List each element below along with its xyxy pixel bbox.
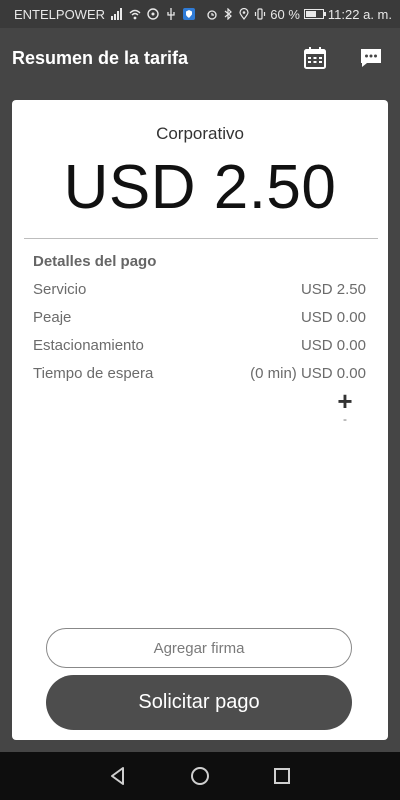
request-payment-button[interactable]: Solicitar pago — [46, 675, 352, 730]
detail-value: USD 0.00 — [300, 337, 366, 354]
detail-row-toll: Peaje USD 0.00 — [33, 308, 366, 336]
plan-name: Corporativo — [156, 124, 244, 143]
battery-icon — [303, 9, 326, 19]
recents-icon[interactable] — [272, 766, 292, 786]
steering-wheel-icon — [147, 8, 159, 20]
usb-icon — [167, 8, 175, 20]
signal-icon — [111, 8, 123, 20]
alarm-icon — [207, 10, 217, 20]
back-icon[interactable] — [108, 766, 128, 786]
detail-value: USD 2.50 — [300, 281, 366, 298]
details-heading: Detalles del pago — [33, 253, 157, 270]
payment-details: Detalles del pago Servicio USD 2.50 Peaj… — [33, 252, 366, 392]
location-icon — [239, 8, 249, 20]
carrier-name: ENTELPOWER — [14, 6, 106, 22]
detail-label: Servicio — [33, 281, 87, 298]
detail-label: Tiempo de espera — [33, 365, 154, 382]
wifi-icon — [129, 9, 141, 20]
bluetooth-icon — [224, 8, 233, 20]
battery-percent: 60 % — [270, 6, 300, 22]
status-time: 11:22 a. m. — [327, 6, 392, 22]
detail-row-service: Servicio USD 2.50 — [33, 280, 366, 308]
app-bar: Resumen de la tarifa — [0, 28, 400, 88]
system-nav-bar — [0, 752, 400, 800]
page-title: Resumen de la tarifa — [12, 47, 189, 68]
detail-row-parking: Estacionamiento USD 0.00 — [33, 336, 366, 364]
detail-value: USD 0.00 — [300, 309, 366, 326]
shield-app-icon — [183, 8, 196, 20]
total-amount: USD 2.50 — [63, 153, 337, 222]
add-signature-button[interactable]: Agregar firma — [46, 628, 352, 668]
home-icon[interactable] — [190, 766, 210, 786]
divider — [24, 238, 378, 239]
vibrate-icon — [255, 8, 266, 20]
adjust-extras-control[interactable]: + - — [334, 388, 356, 425]
detail-row-waiting-time: Tiempo de espera (0 min) USD 0.00 — [33, 364, 366, 392]
plus-icon[interactable]: + — [334, 388, 356, 414]
detail-label: Peaje — [33, 309, 72, 326]
chat-icon[interactable] — [360, 47, 382, 69]
detail-label: Estacionamiento — [33, 337, 144, 354]
status-bar: ENTELPOWER 60 % 11:22 a. m. — [0, 0, 400, 28]
fare-summary-card: Corporativo USD 2.50 Detalles del pago S… — [12, 100, 388, 740]
calendar-icon[interactable] — [304, 47, 326, 69]
